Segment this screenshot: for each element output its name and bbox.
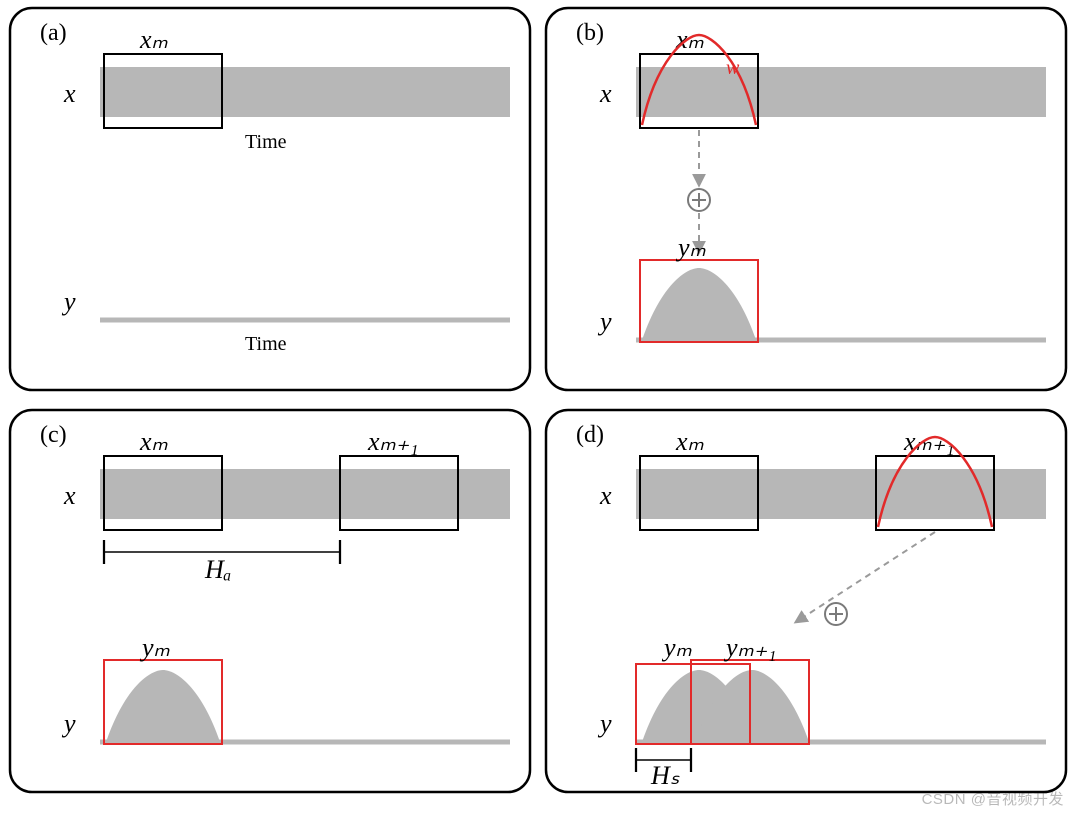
signal-band-x [636, 67, 1046, 117]
x-axis-label: x [63, 481, 76, 510]
y-axis-label: y [597, 307, 612, 336]
output-bump-ym [106, 670, 220, 742]
frame-xm-label: xₘ [139, 427, 169, 456]
circle-plus-icon [825, 603, 847, 625]
arrow-to-plus [796, 532, 935, 622]
frame-xm-label: xₘ [675, 25, 705, 54]
x-axis-label: x [599, 79, 612, 108]
panel-b-tag: (b) [576, 20, 604, 46]
x-axis-label: x [63, 79, 76, 108]
panel-c-tag: (c) [40, 422, 67, 448]
y-axis-label: y [61, 287, 76, 316]
signal-band-x [100, 67, 510, 117]
signal-band-x [100, 469, 510, 519]
panel-d: (d) x xₘ xₘ₊₁ y yₘ yₘ₊₁ Hₛ [576, 422, 1046, 790]
output-frame-ym-label: yₘ [675, 233, 707, 262]
signal-band-x [636, 469, 1046, 519]
figure-container: CSDN @音视频开发 (a) x xₘ Time y Time (b) x x… [0, 0, 1076, 815]
output-frame-ym-label: yₘ [661, 633, 693, 662]
panel-b: (b) x xₘ w y yₘ [576, 20, 1046, 342]
circle-plus-icon [688, 189, 710, 211]
time-label-top: Time [245, 131, 287, 153]
frame-xm-label: xₘ [675, 427, 705, 456]
panel-c-frame [10, 410, 530, 792]
panel-c: (c) x xₘ xₘ₊₁ Hₐ y yₘ [40, 422, 510, 744]
panel-b-frame [546, 8, 1066, 390]
frame-xm-label: xₘ [139, 25, 169, 54]
output-bump-ym [642, 268, 756, 340]
frame-xm1-label: xₘ₊₁ [367, 427, 419, 456]
window-label: w [726, 57, 740, 79]
hop-Hs-label: Hₛ [650, 761, 680, 790]
panel-a: (a) x xₘ Time y Time [40, 20, 510, 355]
output-frame-ym1-label: yₘ₊₁ [723, 633, 777, 662]
y-axis-label: y [61, 709, 76, 738]
panel-a-tag: (a) [40, 20, 67, 46]
output-frame-ym-label: yₘ [139, 633, 171, 662]
figure-svg: (a) x xₘ Time y Time (b) x xₘ w y [0, 0, 1076, 815]
time-label-bottom: Time [245, 333, 287, 355]
x-axis-label: x [599, 481, 612, 510]
panel-d-tag: (d) [576, 422, 604, 448]
hop-Ha-label: Hₐ [204, 555, 231, 584]
y-axis-label: y [597, 709, 612, 738]
